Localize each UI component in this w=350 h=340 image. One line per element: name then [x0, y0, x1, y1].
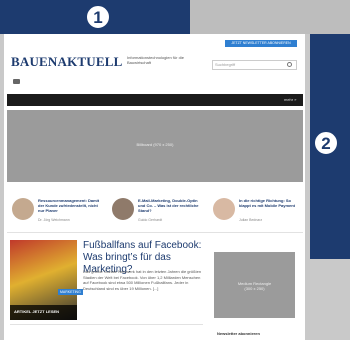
newsletter-button[interactable]: JETZT NEWSLETTER ABONNIEREN — [225, 40, 297, 47]
search-icon[interactable] — [287, 62, 292, 67]
top-grey-bar — [190, 0, 350, 34]
teaser-author-avatar — [12, 198, 34, 220]
teaser-author: Dr. Jörg Weichmann — [38, 218, 70, 222]
logo-part-1: BAUEN — [11, 54, 58, 69]
site-logo[interactable]: BAUENAKTUELL — [11, 54, 123, 70]
print-icon[interactable] — [13, 79, 20, 84]
article-read-link[interactable]: ARTIKEL JETZT LESEN — [14, 309, 59, 314]
right-grey-area — [305, 259, 350, 340]
article-excerpt: Das größte Soziale Netzwerk hat in den l… — [83, 269, 202, 291]
site-tagline: Informationstechnologien für die Bauwirt… — [127, 55, 184, 65]
teaser-item[interactable]: E-Mail-Marketing, Double-Optin und Co. –… — [112, 195, 207, 225]
article-divider — [10, 324, 203, 325]
sidebar-newsletter-label: Newsletter abonnieren — [217, 331, 260, 336]
callout-badge-1: 1 — [86, 5, 110, 29]
teaser-author: Julian Bednarz — [239, 218, 263, 222]
teaser-title[interactable]: In die richtige Richtung: So klappt es m… — [239, 198, 301, 208]
medium-rectangle-ad-label: Medium Rectangle (300 x 250) — [214, 281, 295, 291]
section-divider — [7, 232, 303, 233]
logo-part-2: AKTUELL — [57, 54, 123, 69]
nav-more-link[interactable]: mehr » — [284, 97, 296, 102]
teaser-item[interactable]: In die richtige Richtung: So klappt es m… — [213, 195, 308, 225]
ad-label-line-2: (300 x 250) — [244, 286, 265, 291]
teaser-author: Guido Gerhardt — [138, 218, 163, 222]
search-placeholder: Suchbegriff — [215, 62, 236, 67]
teaser-title[interactable]: E-Mail-Marketing, Double-Optin und Co. –… — [138, 198, 204, 213]
article-category-tag[interactable]: MARKETING — [58, 289, 83, 295]
callout-badge-2: 2 — [314, 131, 338, 155]
main-navigation-bar[interactable] — [7, 94, 303, 106]
teaser-item[interactable]: Ressourcenmanagement: Damit der Kunde zu… — [12, 195, 107, 225]
teaser-author-avatar — [112, 198, 134, 220]
teaser-title[interactable]: Ressourcenmanagement: Damit der Kunde zu… — [38, 198, 104, 213]
teaser-author-avatar — [213, 198, 235, 220]
billboard-ad-label: Billboard (970 x 250) — [136, 142, 174, 147]
